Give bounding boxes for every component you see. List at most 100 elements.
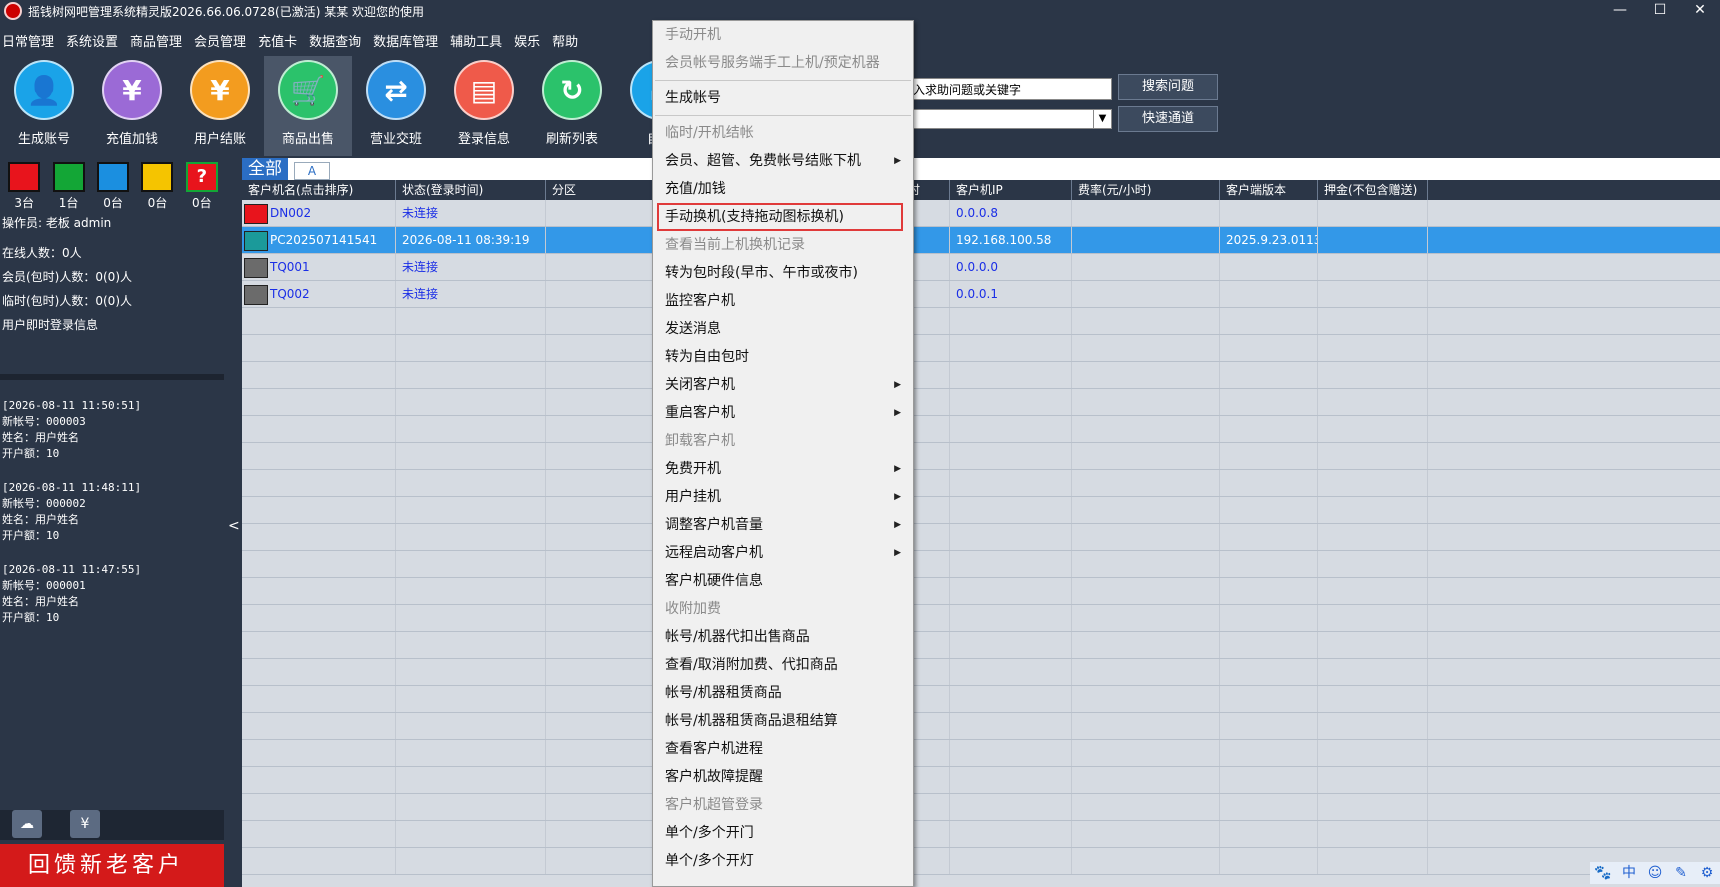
help-search-input[interactable]: 入求助问题或关键字 — [908, 78, 1112, 100]
table-row[interactable]: TQ001 未连接 0.0.0.0 — [242, 254, 1720, 281]
status-box[interactable]: 0台 — [91, 162, 135, 211]
status-box[interactable]: 0台 — [135, 162, 179, 211]
context-menu-item[interactable]: 帐号/机器代扣出售商品 — [653, 623, 913, 651]
context-menu-item[interactable]: 免费开机 ▶ — [653, 455, 913, 483]
table-row[interactable] — [242, 578, 1720, 605]
context-menu-item[interactable]: 重启客户机 ▶ — [653, 399, 913, 427]
table-row[interactable] — [242, 524, 1720, 551]
menu-daily[interactable]: 日常管理 — [0, 32, 60, 54]
minimize-button[interactable]: — — [1600, 0, 1640, 20]
context-menu-item[interactable]: 调整客户机音量 ▶ — [653, 511, 913, 539]
table-row[interactable] — [242, 335, 1720, 362]
menu-entertainment[interactable]: 娱乐 — [512, 32, 546, 54]
toolbar-button-yen[interactable]: ¥ 充值加钱 — [88, 56, 176, 156]
table-row[interactable] — [242, 551, 1720, 578]
cloud-check-icon[interactable]: ☁ — [12, 810, 42, 838]
column-header[interactable]: 客户端版本 — [1220, 180, 1318, 200]
table-row[interactable] — [242, 821, 1720, 848]
yen-icon: ¥ — [102, 60, 162, 120]
menu-members[interactable]: 会员管理 — [192, 32, 252, 54]
pen-icon[interactable]: ✎ — [1668, 862, 1694, 884]
toolbar-button-user-add[interactable]: 👤 生成账号 — [0, 56, 88, 156]
collapse-left-icon[interactable]: < — [228, 518, 240, 534]
table-row[interactable] — [242, 362, 1720, 389]
table-row[interactable] — [242, 632, 1720, 659]
table-row[interactable] — [242, 443, 1720, 470]
tab-all[interactable]: 全部 — [242, 158, 288, 180]
quick-select[interactable]: ▼ — [908, 109, 1112, 129]
maximize-button[interactable]: ☐ — [1640, 0, 1680, 20]
toolbar-button-handover[interactable]: ⇄ 营业交班 — [352, 56, 440, 156]
context-menu-item[interactable]: 单个/多个开门 — [653, 819, 913, 847]
table-cell — [242, 713, 396, 739]
menu-recharge-card[interactable]: 充值卡 — [256, 32, 303, 54]
table-row[interactable] — [242, 713, 1720, 740]
table-cell — [1220, 740, 1318, 766]
tab-a[interactable]: A — [294, 162, 330, 180]
menu-system-settings[interactable]: 系统设置 — [64, 32, 124, 54]
context-menu-item[interactable]: 客户机硬件信息 — [653, 567, 913, 595]
table-row[interactable] — [242, 767, 1720, 794]
context-menu-item[interactable]: 查看/取消附加费、代扣商品 — [653, 651, 913, 679]
table-row[interactable] — [242, 416, 1720, 443]
table-row[interactable]: TQ002 未连接 0.0.0.1 — [242, 281, 1720, 308]
context-menu-item[interactable]: 用户挂机 ▶ — [653, 483, 913, 511]
context-menu-item[interactable]: 客户机故障提醒 — [653, 763, 913, 791]
status-box[interactable]: 1台 — [46, 162, 90, 211]
context-menu-item[interactable]: 生成帐号 — [653, 84, 913, 112]
column-header[interactable]: 状态(登录时间) — [396, 180, 546, 200]
column-header[interactable]: 客户机名(点击排序) — [242, 180, 396, 200]
table-row[interactable] — [242, 308, 1720, 335]
status-box[interactable]: ? 0台 — [180, 162, 224, 211]
menu-tools[interactable]: 辅助工具 — [448, 32, 508, 54]
table-row[interactable] — [242, 794, 1720, 821]
context-menu-item[interactable]: 充值/加钱 — [653, 175, 913, 203]
promo-banner[interactable]: 回馈新老客户 — [0, 844, 224, 887]
column-header[interactable]: 客户机IP — [950, 180, 1072, 200]
menu-goods[interactable]: 商品管理 — [128, 32, 188, 54]
ime-chinese-icon[interactable]: 中 — [1616, 862, 1642, 884]
table-row[interactable]: DN002 未连接 0.0.0.8 — [242, 200, 1720, 227]
status-box[interactable]: 3台 — [2, 162, 46, 211]
status-color-swatch — [8, 162, 41, 192]
table-row[interactable] — [242, 848, 1720, 875]
table-row[interactable] — [242, 389, 1720, 416]
context-menu-item[interactable]: 帐号/机器租赁商品退租结算 — [653, 707, 913, 735]
emoji-icon[interactable]: ☺ — [1642, 862, 1668, 884]
column-header[interactable]: 费率(元/小时) — [1072, 180, 1220, 200]
toolbar-button-monitor-yen[interactable]: ¥ 用户结账 — [176, 56, 264, 156]
menu-data-query[interactable]: 数据查询 — [307, 32, 367, 54]
context-menu-item[interactable]: 转为自由包时 — [653, 343, 913, 371]
toolbar-button-login-info[interactable]: ▤ 登录信息 — [440, 56, 528, 156]
yen-shield-icon[interactable]: ¥ — [70, 810, 100, 838]
toolbar-button-cart[interactable]: 🛒 商品出售 — [264, 56, 352, 156]
table-cell: TQ001 — [242, 254, 396, 280]
context-menu-item[interactable]: 查看客户机进程 — [653, 735, 913, 763]
search-question-button[interactable]: 搜索问题 — [1118, 74, 1218, 100]
gear-icon[interactable]: ⚙ — [1694, 862, 1720, 884]
table-row[interactable] — [242, 605, 1720, 632]
paw-icon[interactable]: 🐾 — [1590, 862, 1616, 884]
table-row[interactable] — [242, 686, 1720, 713]
context-menu-item[interactable]: 监控客户机 — [653, 287, 913, 315]
context-menu-item[interactable]: 帐号/机器租赁商品 — [653, 679, 913, 707]
quick-channel-button[interactable]: 快速通道 — [1118, 106, 1218, 132]
table-row[interactable] — [242, 659, 1720, 686]
context-menu-item[interactable]: 转为包时段(早市、午市或夜市) — [653, 259, 913, 287]
menu-help[interactable]: 帮助 — [550, 32, 584, 54]
toolbar-button-refresh[interactable]: ↻ 刷新列表 — [528, 56, 616, 156]
close-button[interactable]: ✕ — [1680, 0, 1720, 20]
context-menu-item[interactable]: 关闭客户机 ▶ — [653, 371, 913, 399]
column-header[interactable]: 押金(不包含赠送) — [1318, 180, 1428, 200]
context-menu-item[interactable]: 发送消息 — [653, 315, 913, 343]
table-row[interactable] — [242, 497, 1720, 524]
chevron-down-icon[interactable]: ▼ — [1093, 110, 1111, 128]
context-menu-item[interactable]: 单个/多个开灯 — [653, 847, 913, 875]
table-row[interactable]: PC202507141541 2026-08-11 08:39:19 192.168… — [242, 227, 1720, 254]
table-row[interactable] — [242, 470, 1720, 497]
context-menu-item[interactable]: 会员、超管、免费帐号结账下机 ▶ — [653, 147, 913, 175]
context-menu-item[interactable]: 远程启动客户机 ▶ — [653, 539, 913, 567]
context-menu-item[interactable]: 手动换机(支持拖动图标换机) — [657, 203, 903, 231]
menu-database[interactable]: 数据库管理 — [371, 32, 444, 54]
table-row[interactable] — [242, 740, 1720, 767]
